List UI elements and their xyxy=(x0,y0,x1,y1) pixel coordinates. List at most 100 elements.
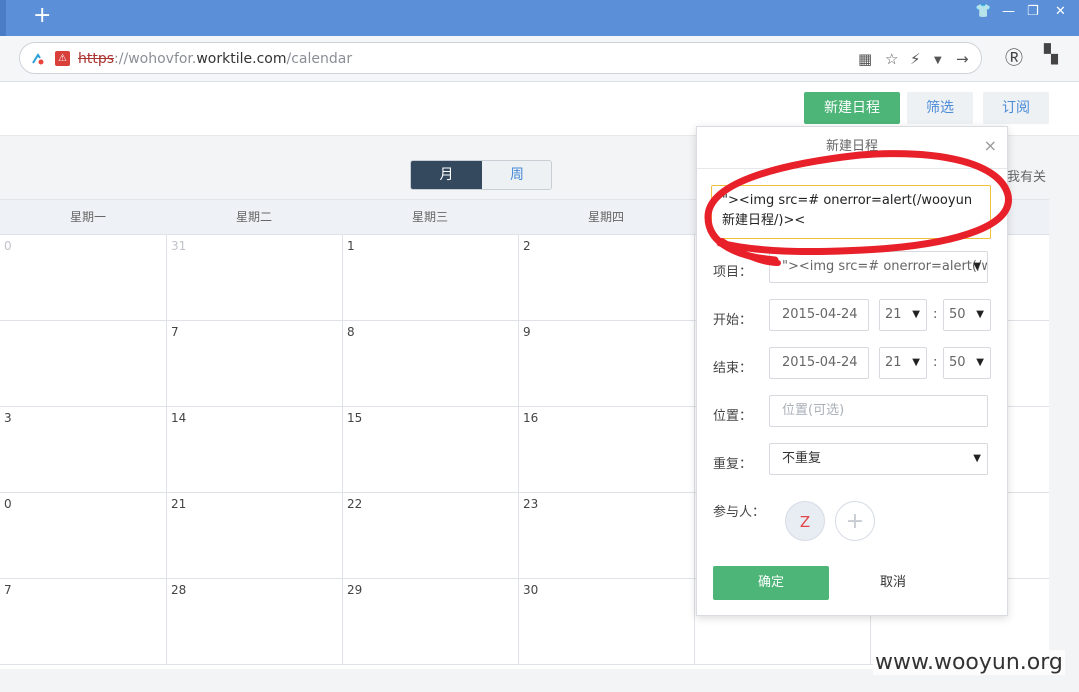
time-colon: : xyxy=(933,355,938,370)
end-hour-value: 21 xyxy=(885,355,902,370)
calendar-day-cell[interactable]: 29 xyxy=(343,579,519,665)
new-event-button[interactable]: 新建日程 xyxy=(804,92,900,124)
end-minute-value: 50 xyxy=(949,355,966,370)
start-date-input[interactable]: 2015-04-24 xyxy=(769,299,869,331)
day-number: 15 xyxy=(347,411,363,425)
restore-icon[interactable]: ❐ xyxy=(1027,5,1039,19)
day-number: 22 xyxy=(347,497,363,511)
titlebar-corner xyxy=(0,0,6,36)
day-number: 21 xyxy=(171,497,187,511)
calendar-day-cell[interactable]: 3 xyxy=(0,407,167,493)
day-number: 0 xyxy=(4,497,12,511)
calendar-day-cell[interactable]: 1 xyxy=(343,235,519,321)
watermark-text: www.wooyun.org xyxy=(873,650,1065,675)
new-tab-icon[interactable]: + xyxy=(33,4,51,28)
url-path: /calendar xyxy=(286,51,353,67)
end-minute-select[interactable]: 50 ▼ xyxy=(943,347,991,379)
repeat-label: 重复： xyxy=(713,457,753,472)
start-hour-select[interactable]: 21 ▼ xyxy=(879,299,927,331)
chevron-down-icon: ▼ xyxy=(973,261,981,272)
calendar-day-cell[interactable]: 22 xyxy=(343,493,519,579)
day-number: 7 xyxy=(4,583,12,597)
close-icon[interactable]: × xyxy=(984,138,997,154)
related-to-me-text[interactable]: 我有关 xyxy=(1007,166,1046,185)
calendar-day-cell[interactable]: 8 xyxy=(343,321,519,407)
start-date-value: 2015-04-24 xyxy=(782,307,858,322)
add-participant-icon[interactable]: + xyxy=(835,501,875,541)
subscribe-button[interactable]: 订阅 xyxy=(983,92,1049,124)
chevron-down-icon: ▼ xyxy=(976,357,984,368)
week-view-button[interactable]: 周 xyxy=(482,161,551,189)
filter-button[interactable]: 筛选 xyxy=(907,92,973,124)
time-colon: : xyxy=(933,307,938,322)
end-date-input[interactable]: 2015-04-24 xyxy=(769,347,869,379)
chevron-down-icon[interactable]: ▼ xyxy=(934,52,942,70)
skin-icon[interactable]: 👕 xyxy=(975,5,991,19)
calendar-day-cell[interactable]: 23 xyxy=(519,493,695,579)
start-minute-select[interactable]: 50 ▼ xyxy=(943,299,991,331)
day-number: 7 xyxy=(171,325,179,339)
day-number: 14 xyxy=(171,411,187,425)
location-input[interactable]: 位置(可选) xyxy=(769,395,988,427)
url-subdomain: wohovfor. xyxy=(128,51,197,67)
chevron-down-icon: ▼ xyxy=(976,309,984,320)
repeat-select-value: 不重复 xyxy=(782,451,822,466)
dialog-title-text: 新建日程 xyxy=(825,139,878,154)
calendar-day-cell[interactable]: 7 xyxy=(0,579,167,665)
url-host: worktile.com xyxy=(196,51,287,67)
url-text[interactable]: https://wohovfor.worktile.com/calendar xyxy=(78,50,352,68)
end-hour-select[interactable]: 21 ▼ xyxy=(879,347,927,379)
view-toggle: 月 周 xyxy=(410,160,552,190)
minimize-icon[interactable]: — xyxy=(1002,5,1015,19)
day-number: 16 xyxy=(523,411,539,425)
calendar-day-cell[interactable]: 7 xyxy=(167,321,343,407)
cancel-button[interactable]: 取消 xyxy=(863,566,923,600)
location-placeholder: 位置(可选) xyxy=(782,403,845,418)
chevron-down-icon: ▼ xyxy=(912,309,920,320)
end-date-value: 2015-04-24 xyxy=(782,355,858,370)
lightning-icon[interactable]: ⚡ xyxy=(910,50,921,68)
confirm-button[interactable]: 确定 xyxy=(713,566,829,600)
qr-code-icon[interactable]: ▦ xyxy=(858,50,872,68)
url-separator: :// xyxy=(114,51,129,67)
calendar-day-cell[interactable]: 0 xyxy=(0,493,167,579)
address-bar: ⚠ https://wohovfor.worktile.com/calendar… xyxy=(0,36,1079,82)
day-number: 2 xyxy=(523,239,531,253)
participants-label: 参与人： xyxy=(713,505,766,520)
apps-grid-icon[interactable]: ▚ xyxy=(1044,44,1058,65)
calendar-day-cell[interactable]: 30 xyxy=(519,579,695,665)
day-number: 9 xyxy=(523,325,531,339)
extension-icon[interactable]: Ⓡ xyxy=(1005,44,1023,70)
insecure-lock-icon[interactable]: ⚠ xyxy=(55,51,70,66)
close-window-icon[interactable]: ✕ xyxy=(1055,5,1066,19)
calendar-day-cell[interactable]: 9 xyxy=(519,321,695,407)
calendar-day-cell[interactable]: 2 xyxy=(519,235,695,321)
calendar-day-cell[interactable]: 31 xyxy=(167,235,343,321)
project-select[interactable]: "><img src=# onerror=alert(/wooyun新建日程/)… xyxy=(769,251,988,283)
calendar-day-cell[interactable]: 28 xyxy=(167,579,343,665)
weekday-label: 星期三 xyxy=(411,210,448,224)
calendar-day-cell[interactable]: 0 xyxy=(0,235,167,321)
calendar-day-cell[interactable] xyxy=(0,321,167,407)
month-view-button[interactable]: 月 xyxy=(411,161,482,189)
star-icon[interactable]: ☆ xyxy=(885,50,898,68)
repeat-select[interactable]: 不重复 ▼ xyxy=(769,443,988,475)
day-number: 3 xyxy=(4,411,12,425)
url-scheme: https xyxy=(78,51,115,67)
calendar-day-cell[interactable]: 16 xyxy=(519,407,695,493)
end-label: 结束： xyxy=(713,361,753,376)
go-arrow-icon[interactable]: → xyxy=(956,50,969,68)
event-title-input[interactable]: "><img src=# onerror=alert(/wooyun新建日程/)… xyxy=(711,185,991,239)
participant-avatar[interactable]: Z xyxy=(785,501,825,541)
day-number: 29 xyxy=(347,583,363,597)
day-number: 28 xyxy=(171,583,187,597)
day-number: 1 xyxy=(347,239,355,253)
url-box[interactable]: ⚠ https://wohovfor.worktile.com/calendar… xyxy=(19,42,982,74)
calendar-day-cell[interactable]: 21 xyxy=(167,493,343,579)
browser-titlebar: + 👕 — ❐ ✕ xyxy=(0,0,1079,36)
site-favicon-icon xyxy=(32,53,44,65)
calendar-day-cell[interactable]: 15 xyxy=(343,407,519,493)
start-minute-value: 50 xyxy=(949,307,966,322)
calendar-day-cell[interactable]: 14 xyxy=(167,407,343,493)
new-event-dialog: 新建日程 × "><img src=# onerror=alert(/wooyu… xyxy=(696,126,1008,616)
